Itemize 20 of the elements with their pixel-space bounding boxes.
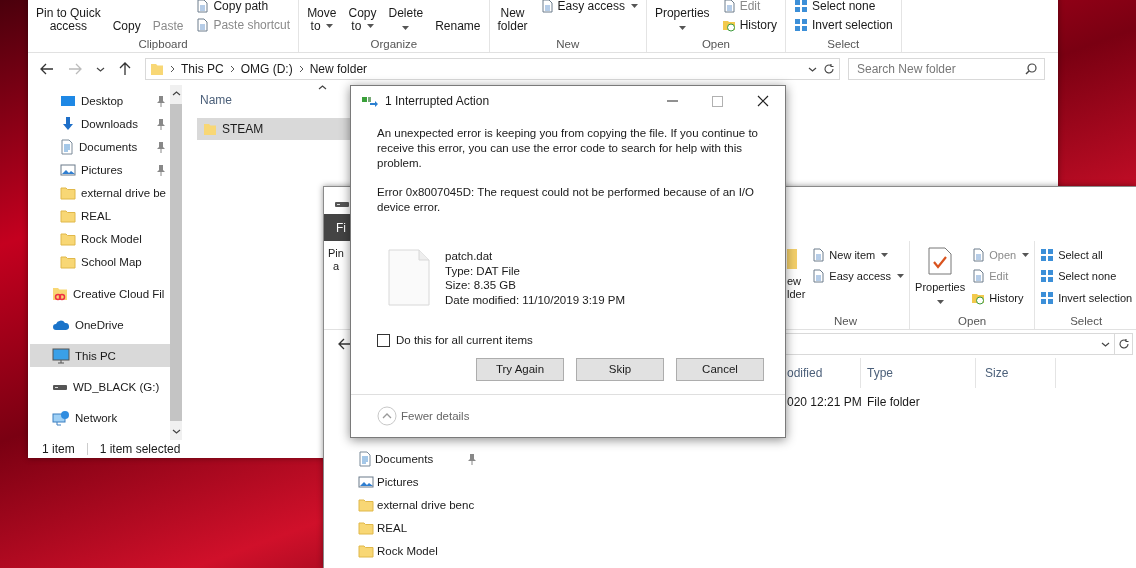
group-label: New [833,314,859,329]
table-cell-text: 020 12:21 PM [787,395,863,409]
file-detail: Date modified: 11/10/2019 3:19 PM [445,292,626,307]
error-message: An unexpected error is keeping you from copying the file. If you continue to receive this error, you can use the error code to search for help with this problem. [377,126,759,171]
dialog-title: 1 Interrupted Action [385,94,491,108]
file-detail: Size: 8.35 GB [445,278,517,293]
group-label: Organize [369,37,419,52]
error-code-text: Error 0x8007045D: The request could not be performed because of an I/O device error. [377,185,755,215]
group-label: New [555,37,581,52]
group-label: Select [1069,314,1104,329]
group-label: Open [957,314,988,329]
checkbox-label: Do this for all current items [396,333,533,348]
status-text: 1 item [42,442,75,456]
table-cell: File folder [867,395,920,409]
group-label: Clipboard [137,37,189,52]
group-label: Open [700,37,731,52]
group-label: Select [826,37,861,52]
file-detail: patch.dat [445,249,494,264]
status-text: 1 item selected [99,442,181,456]
file-detail: Type: DAT File [445,263,521,278]
